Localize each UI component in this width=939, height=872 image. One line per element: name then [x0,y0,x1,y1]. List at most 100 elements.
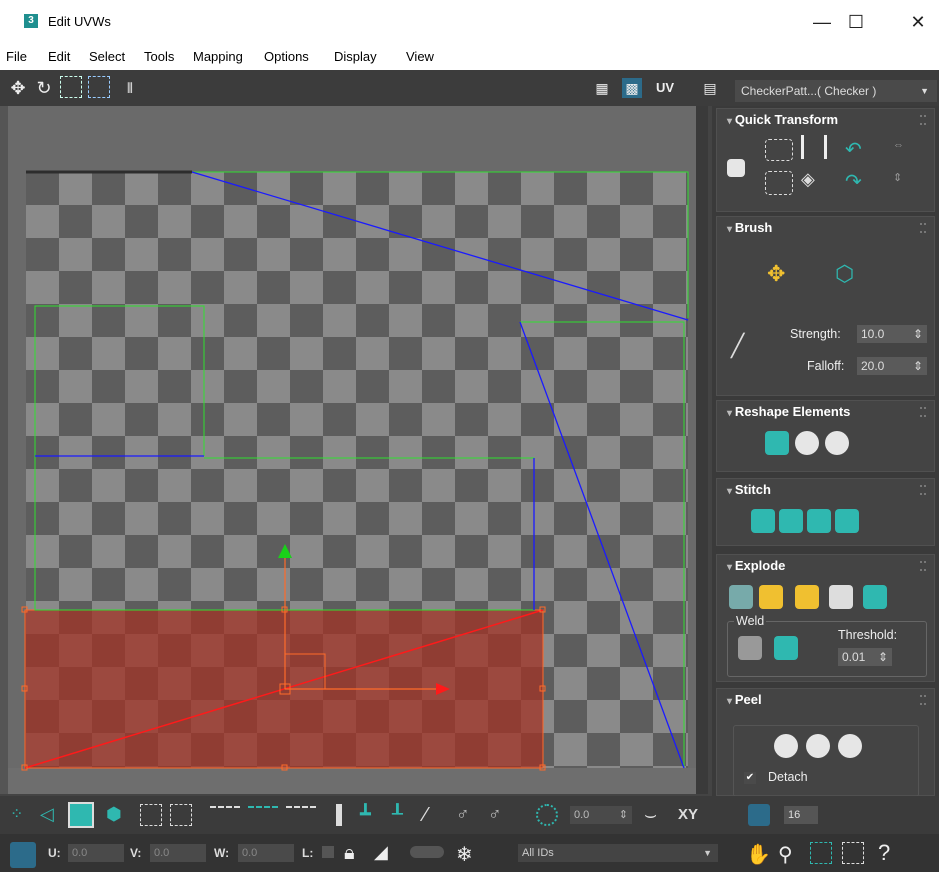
eye-icon[interactable] [410,846,444,858]
detach-edge-icon[interactable] [759,585,783,609]
stitch-header[interactable]: Stitch [717,479,934,501]
align-center-icon[interactable] [727,159,745,177]
ring-shrink-icon[interactable]: ┸ [392,804,414,826]
menu-mapping[interactable]: Mapping [193,49,243,64]
freeze-icon[interactable]: ❄ [456,842,478,866]
flip-vertical-icon[interactable]: ⇕ [893,171,917,195]
paint-grow-icon[interactable]: ♂ [456,804,478,826]
brush-header[interactable]: Brush [717,217,934,239]
flatten-by-id-icon[interactable] [795,585,819,609]
hide-icon[interactable]: ◢ [374,842,396,864]
grow-selection-icon[interactable] [140,804,162,826]
show-map-icon[interactable]: ▦ [592,78,612,98]
peel-mode-icon[interactable] [806,734,830,758]
scale-icon[interactable] [60,76,82,98]
uv-viewport[interactable] [8,106,708,794]
lock-icon[interactable]: 🔒︎ [344,842,366,864]
peel-reset-icon[interactable] [838,734,862,758]
break-icon[interactable] [729,585,753,609]
menu-edit[interactable]: Edit [48,49,70,64]
xy-label[interactable]: XY [678,806,698,823]
rotate-icon[interactable]: ↻ [34,78,54,98]
menu-tools[interactable]: Tools [144,49,174,64]
detach-checkbox[interactable]: ✔ [744,772,756,784]
rollout-grip-icon [920,561,926,571]
paint-shrink-icon[interactable]: ♂ [488,804,510,826]
shrink-selection-icon[interactable] [170,804,192,826]
close-button[interactable]: ✕ [898,8,938,36]
weld-selected-icon[interactable] [738,636,762,660]
move-icon[interactable]: ✥ [8,78,28,98]
explode-header[interactable]: Explode [717,555,934,577]
uv-label[interactable]: UV [650,78,680,98]
v-field[interactable]: 0.0 [150,844,206,862]
face-mode-icon[interactable] [68,802,94,828]
zoom-extents-icon[interactable] [842,842,864,864]
strength-spinner[interactable]: 10.0 ⇕ [857,325,927,343]
edge-mode-icon[interactable]: ◁ [40,804,62,826]
soft-selection-icon[interactable] [536,804,558,826]
rotate-cw-icon[interactable]: ↷ [845,169,869,193]
texture-settings-icon[interactable]: ▤ [700,78,720,98]
loop-icon[interactable] [210,806,240,816]
menu-options[interactable]: Options [264,49,309,64]
space-vertical-icon[interactable] [801,135,827,159]
quick-transform-header[interactable]: Quick Transform [717,109,934,131]
gizmo-y-arrow-icon[interactable] [278,544,292,558]
loop-grow-icon[interactable] [248,806,278,816]
peel-header[interactable]: Peel [717,689,934,711]
mirror-icon[interactable]: ⫴ [120,78,140,98]
space-pattern-icon[interactable]: ◈ [801,169,825,193]
texture-dropdown[interactable]: CheckerPatt...( Checker ) ▼ [735,80,937,102]
freeform-icon[interactable] [88,76,110,98]
divisions-field[interactable]: 16 [784,806,818,824]
quick-peel-icon[interactable] [774,734,798,758]
stitch-custom-icon[interactable] [751,509,775,533]
brush-relax-icon[interactable]: ⬡ [835,261,859,286]
l-checkbox[interactable] [322,846,334,858]
rotation-field[interactable]: 0.0 ⇕ [570,806,632,824]
brush-falloff-curve-icon[interactable]: ╱ [731,333,755,358]
menu-select[interactable]: Select [89,49,125,64]
falloff-spinner[interactable]: 20.0 ⇕ [857,357,927,375]
zoom-region-icon[interactable] [810,842,832,864]
rotate-ccw-icon[interactable]: ↶ [845,137,869,161]
id-filter-dropdown[interactable]: All IDs ▼ [518,844,718,862]
zoom-icon[interactable]: ⚲ [778,842,800,866]
ring-icon[interactable] [336,804,342,826]
stitch-average-icon[interactable] [807,509,831,533]
uv-overlay[interactable] [8,106,708,794]
relax-icon[interactable] [795,431,819,455]
absolute-offset-icon[interactable] [10,842,36,868]
viewport-scrollbar[interactable] [696,106,708,794]
flip-horizontal-icon[interactable]: ⇔ [893,139,917,163]
weld-target-icon[interactable] [774,636,798,660]
reshape-header[interactable]: Reshape Elements [717,401,934,423]
stitch-to-target-icon[interactable] [779,509,803,533]
vertex-mode-icon[interactable]: ⁘ [10,804,32,826]
falloff-type-icon[interactable]: ⌣ [644,804,666,826]
straighten-icon[interactable] [765,431,789,455]
menu-display[interactable]: Display [334,49,377,64]
element-mode-icon[interactable]: ⬢ [106,804,128,826]
align-horizontal-icon[interactable] [765,139,793,161]
align-vertical-icon[interactable] [765,171,793,195]
menu-file[interactable]: File [6,49,27,64]
threshold-spinner[interactable]: 0.01 ⇕ [838,648,892,666]
edge-distance-icon[interactable] [748,804,770,826]
paint-select-icon[interactable]: ⁄ [424,804,446,826]
brush-move-icon[interactable]: ✥ [767,261,791,286]
ring-grow-icon[interactable]: ┻ [360,804,382,826]
relax-settings-icon[interactable] [825,431,849,455]
flatten-by-smoothing-icon[interactable] [829,585,853,609]
loop-shrink-icon[interactable] [286,806,316,816]
maximize-button[interactable]: ☐ [836,8,876,36]
help-icon[interactable]: ? [878,840,900,865]
checker-icon[interactable]: ▩ [622,78,642,98]
pan-icon[interactable]: ✋ [746,842,771,866]
u-field[interactable]: 0.0 [68,844,124,862]
menu-view[interactable]: View [406,49,434,64]
flatten-by-material-icon[interactable] [863,585,887,609]
stitch-to-source-icon[interactable] [835,509,859,533]
w-field[interactable]: 0.0 [238,844,294,862]
